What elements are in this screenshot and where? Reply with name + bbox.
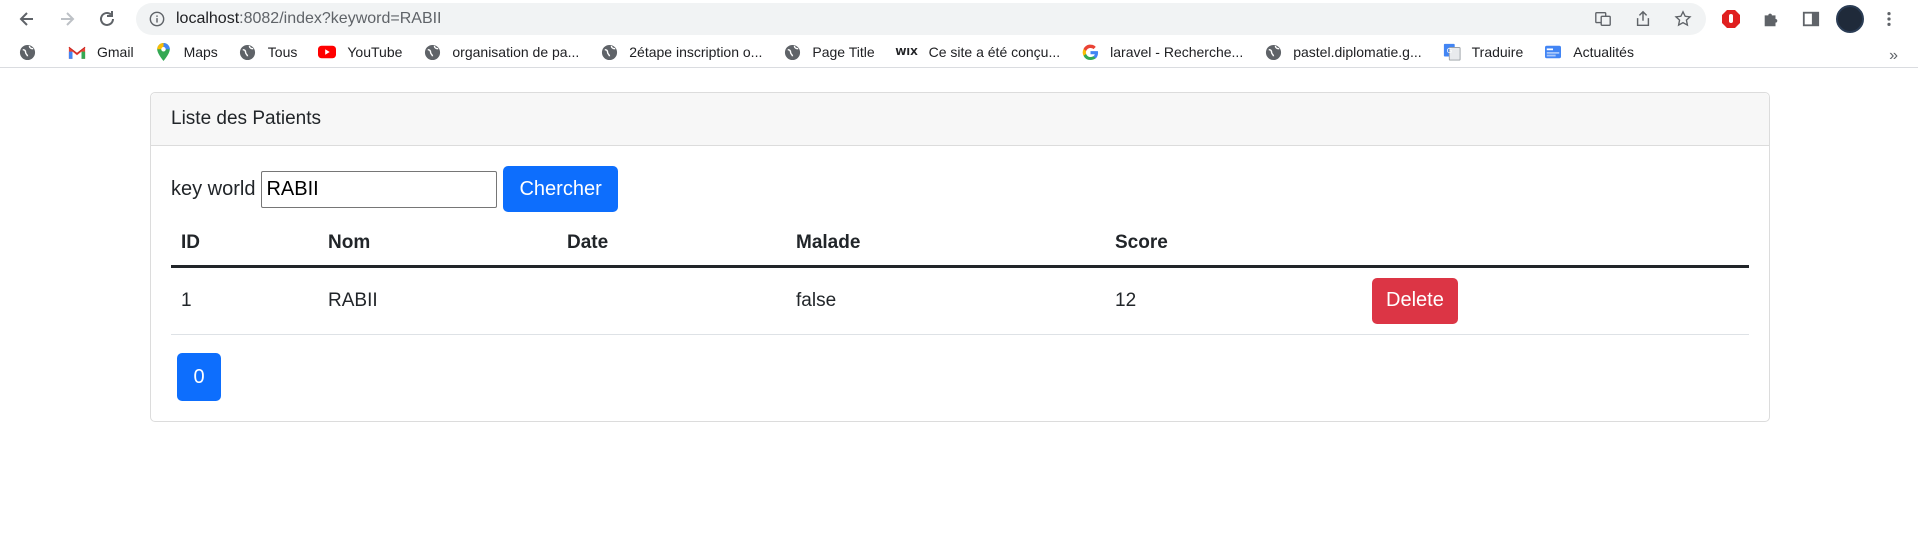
youtube-icon [318, 43, 337, 61]
bookmarks-overflow-button[interactable]: » [1889, 47, 1898, 65]
search-form: key world Chercher [171, 166, 618, 212]
bookmark-page-title[interactable]: Page Title [783, 43, 875, 61]
bookmark-wix[interactable]: WIX Ce site a été conçu... [895, 43, 1061, 61]
bookmark-star-icon[interactable] [1670, 6, 1696, 32]
bookmark-label: Traduire [1471, 44, 1524, 60]
table-header-row: ID Nom Date Malade Score [171, 221, 1749, 268]
column-header-id: ID [171, 221, 318, 268]
patients-table: ID Nom Date Malade Score 1 RABII false 1… [171, 221, 1749, 335]
column-header-malade: Malade [786, 221, 1105, 268]
extensions-puzzle-icon[interactable] [1756, 4, 1786, 34]
bookmark-actualites[interactable]: Actualités [1544, 43, 1634, 61]
address-bar[interactable]: localhost:8082/index?keyword=RABII [136, 3, 1706, 35]
bookmark-label: Actualités [1573, 44, 1634, 60]
back-icon[interactable] [10, 2, 44, 36]
bookmark-item[interactable] [18, 43, 47, 61]
search-button[interactable]: Chercher [503, 166, 618, 212]
news-icon [1544, 43, 1562, 61]
cell-nom: RABII [318, 266, 557, 335]
menu-kebab-icon[interactable] [1874, 4, 1904, 34]
column-header-date: Date [557, 221, 786, 268]
url-path: :8082/index?keyword=RABII [239, 10, 442, 27]
url-host: localhost [176, 10, 240, 27]
cell-malade: false [786, 266, 1105, 335]
bookmark-label: organisation de pa... [452, 44, 580, 60]
bookmark-label: laravel - Recherche... [1110, 44, 1244, 60]
globe-icon [783, 43, 801, 61]
bookmark-label: 2étape inscription o... [629, 44, 763, 60]
column-header-actions [1361, 221, 1749, 268]
bookmark-maps[interactable]: Maps [155, 43, 218, 61]
pagination-page-button[interactable]: 0 [177, 353, 221, 401]
bookmark-label: pastel.diplomatie.g... [1293, 44, 1422, 60]
keyword-input[interactable] [261, 170, 498, 208]
cell-id: 1 [171, 266, 318, 335]
globe-icon [18, 43, 36, 61]
bookmark-label: Gmail [97, 44, 134, 60]
cell-score: 12 [1105, 266, 1361, 335]
translate-page-icon[interactable] [1590, 6, 1616, 32]
bookmark-laravel[interactable]: laravel - Recherche... [1081, 43, 1243, 61]
forward-icon[interactable] [50, 2, 84, 36]
globe-icon [239, 43, 257, 61]
cell-actions: Delete [1361, 266, 1749, 335]
table-row: 1 RABII false 12 Delete [171, 266, 1749, 335]
bookmark-label: Maps [183, 44, 218, 60]
cell-date [557, 266, 786, 335]
column-header-nom: Nom [318, 221, 557, 268]
column-header-score: Score [1105, 221, 1361, 268]
bookmark-gmail[interactable]: Gmail [68, 43, 134, 61]
site-info-icon[interactable] [148, 10, 166, 28]
profile-avatar[interactable] [1836, 5, 1864, 33]
reload-icon[interactable] [90, 2, 124, 36]
browser-toolbar: localhost:8082/index?keyword=RABII [0, 0, 1918, 37]
bookmark-organisation[interactable]: organisation de pa... [423, 43, 579, 61]
bookmarks-bar: Gmail Maps Tous YouTube organisation de … [0, 37, 1918, 68]
bookmark-traduire[interactable]: G Traduire [1443, 43, 1524, 61]
gmail-icon [68, 43, 86, 61]
google-icon [1081, 43, 1099, 61]
bookmark-youtube[interactable]: YouTube [318, 43, 402, 61]
maps-icon [155, 43, 173, 61]
share-icon[interactable] [1630, 6, 1656, 32]
url-text[interactable]: localhost:8082/index?keyword=RABII [176, 10, 442, 28]
globe-icon [423, 43, 441, 61]
svg-text:G: G [1446, 46, 1452, 55]
globe-icon [1264, 43, 1282, 61]
adblock-extension-icon[interactable] [1716, 4, 1746, 34]
patients-card: Liste des Patients key world Chercher ID… [150, 92, 1770, 422]
card-title: Liste des Patients [151, 93, 1769, 146]
translate-icon: G [1443, 43, 1461, 61]
bookmark-label: YouTube [347, 44, 403, 60]
bookmark-label: Page Title [812, 44, 875, 60]
search-label: key world [171, 177, 256, 200]
bookmark-pastel[interactable]: pastel.diplomatie.g... [1264, 43, 1422, 61]
side-panel-icon[interactable] [1796, 4, 1826, 34]
wix-icon: WIX [895, 46, 918, 58]
globe-icon [600, 43, 618, 61]
bookmark-tous[interactable]: Tous [239, 43, 298, 61]
delete-button[interactable]: Delete [1372, 277, 1458, 324]
bookmark-label: Ce site a été conçu... [928, 44, 1061, 60]
bookmark-label: Tous [267, 44, 298, 60]
bookmark-inscription[interactable]: 2étape inscription o... [600, 43, 762, 61]
